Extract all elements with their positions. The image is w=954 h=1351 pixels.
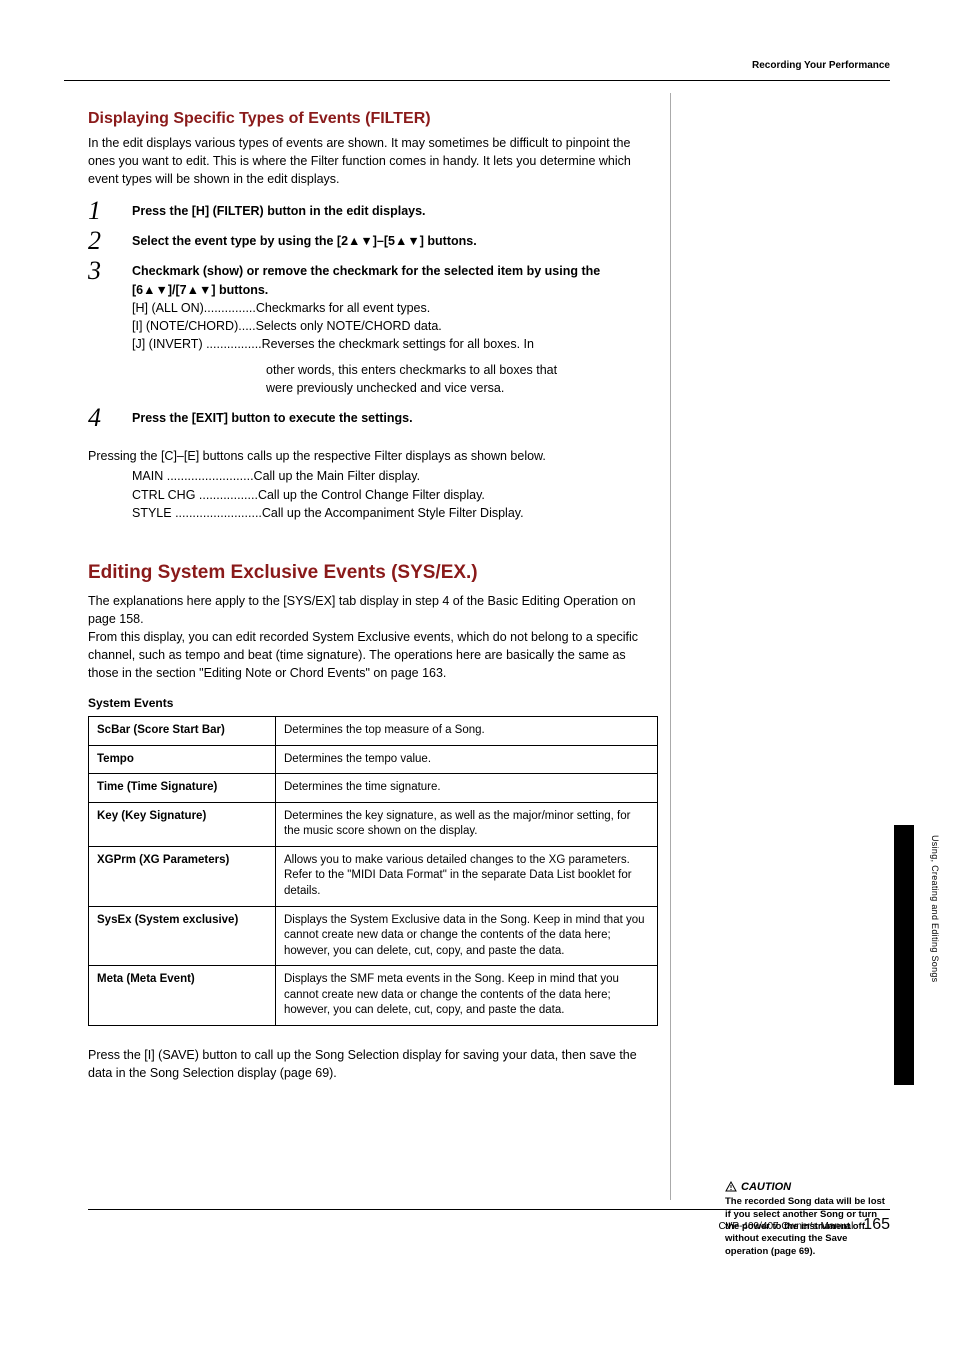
table-row: XGPrm (XG Parameters)Allows you to make … <box>89 846 658 906</box>
filter-post-main: MAIN .........................Call up th… <box>132 467 658 485</box>
system-events-table: ScBar (Score Start Bar)Determines the to… <box>88 716 658 1025</box>
page-header-section: Recording Your Performance <box>752 60 890 71</box>
event-desc: Determines the tempo value. <box>276 745 658 774</box>
step-3-line-h: [H] (ALL ON)...............Checkmarks fo… <box>132 301 430 315</box>
warning-icon <box>725 1181 737 1193</box>
event-desc: Determines the key signature, as well as… <box>276 802 658 846</box>
table-row: Time (Time Signature)Determines the time… <box>89 774 658 803</box>
step-2-text: Select the event type by using the [2▲▼]… <box>132 234 477 248</box>
sidebar-tab <box>894 825 914 1085</box>
step-3-line-j: [J] (INVERT) ................Reverses th… <box>132 337 534 351</box>
table-title: System Events <box>88 696 658 710</box>
caution-label: CAUTION <box>741 1180 791 1194</box>
filter-heading: Displaying Specific Types of Events (FIL… <box>88 110 658 128</box>
step-number: 1 <box>88 198 132 224</box>
footer-rule <box>88 1209 890 1210</box>
table-row: SysEx (System exclusive)Displays the Sys… <box>89 906 658 966</box>
filter-post: Pressing the [C]–[E] buttons calls up th… <box>88 447 658 465</box>
sysex-after: Press the [I] (SAVE) button to call up t… <box>88 1046 658 1082</box>
step-4-text: Press the [EXIT] button to execute the s… <box>132 411 413 425</box>
sysex-intro1: The explanations here apply to the [SYS/… <box>88 592 658 628</box>
table-row: TempoDetermines the tempo value. <box>89 745 658 774</box>
sysex-heading: Editing System Exclusive Events (SYS/EX.… <box>88 562 658 584</box>
sidebar-label: Using, Creating and Editing Songs <box>930 835 940 982</box>
event-name: XGPrm (XG Parameters) <box>89 846 276 906</box>
table-row: ScBar (Score Start Bar)Determines the to… <box>89 717 658 746</box>
step-number: 2 <box>88 228 132 254</box>
step-number: 3 <box>88 258 132 284</box>
event-desc: Displays the SMF meta events in the Song… <box>276 966 658 1026</box>
header-rule <box>64 80 890 81</box>
step-3-cont2: were previously unchecked and vice versa… <box>266 379 658 397</box>
step-1: 1 Press the [H] (FILTER) button in the e… <box>88 202 658 224</box>
step-3-line-i: [I] (NOTE/CHORD).....Selects only NOTE/C… <box>132 319 442 333</box>
step-2: 2 Select the event type by using the [2▲… <box>88 232 658 254</box>
page-footer: CVP-409/407 Owner's Manual 165 <box>719 1216 890 1234</box>
event-name: SysEx (System exclusive) <box>89 906 276 966</box>
event-name: ScBar (Score Start Bar) <box>89 717 276 746</box>
step-number: 4 <box>88 405 132 431</box>
step-4: 4 Press the [EXIT] button to execute the… <box>88 409 658 431</box>
page-number: 165 <box>863 1216 890 1234</box>
event-desc: Determines the time signature. <box>276 774 658 803</box>
step-3: 3 Checkmark (show) or remove the checkma… <box>88 262 658 353</box>
event-name: Key (Key Signature) <box>89 802 276 846</box>
event-name: Time (Time Signature) <box>89 774 276 803</box>
caution-title: CAUTION <box>725 1180 890 1194</box>
step-1-text: Press the [H] (FILTER) button in the edi… <box>132 204 426 218</box>
table-row: Meta (Meta Event)Displays the SMF meta e… <box>89 966 658 1026</box>
filter-post-style: STYLE .........................Call up t… <box>132 504 658 522</box>
event-desc: Allows you to make various detailed chan… <box>276 846 658 906</box>
sysex-intro2: From this display, you can edit recorded… <box>88 628 658 682</box>
content-divider <box>670 93 671 1200</box>
event-desc: Determines the top measure of a Song. <box>276 717 658 746</box>
event-name: Tempo <box>89 745 276 774</box>
step-3-cont1: other words, this enters checkmarks to a… <box>266 361 658 379</box>
filter-post-ctrl: CTRL CHG .................Call up the Co… <box>132 486 658 504</box>
event-name: Meta (Meta Event) <box>89 966 276 1026</box>
step-3-bold: Checkmark (show) or remove the checkmark… <box>132 264 600 296</box>
filter-intro: In the edit displays various types of ev… <box>88 134 658 188</box>
table-row: Key (Key Signature)Determines the key si… <box>89 802 658 846</box>
manual-name: CVP-409/407 Owner's Manual <box>719 1221 854 1232</box>
event-desc: Displays the System Exclusive data in th… <box>276 906 658 966</box>
